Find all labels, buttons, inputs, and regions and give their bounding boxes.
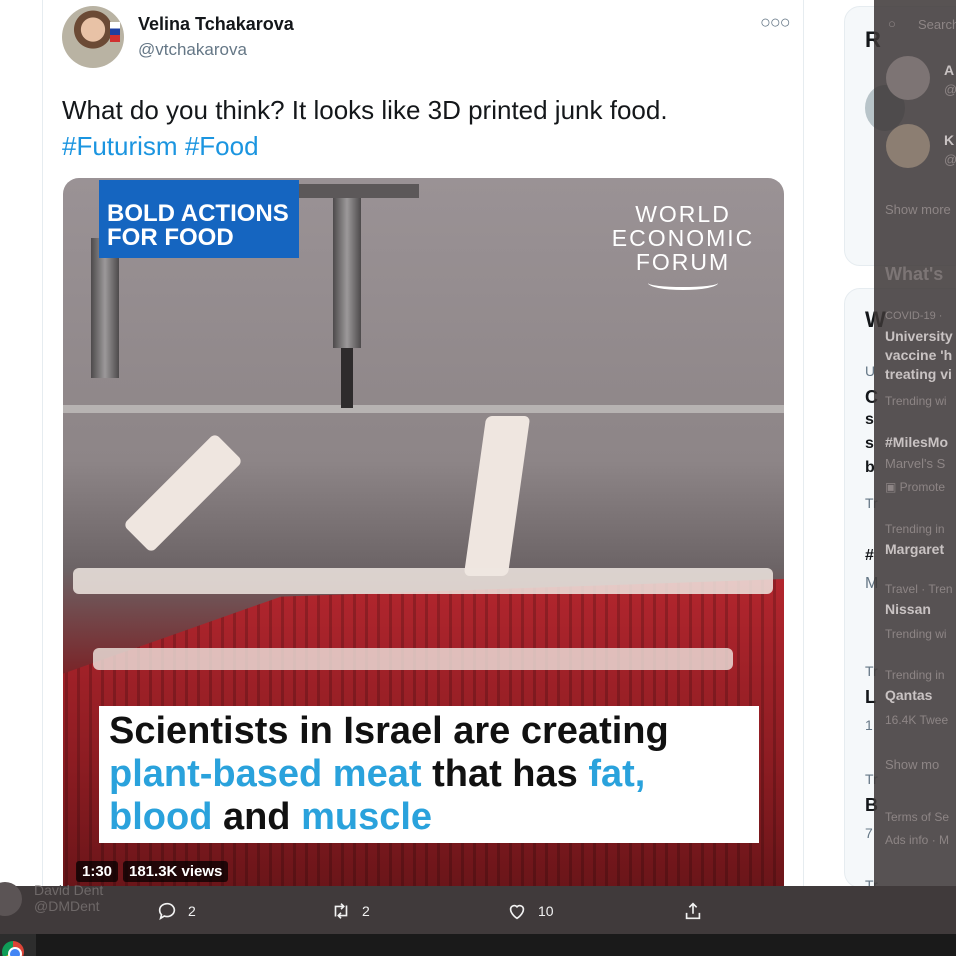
show-more-link[interactable]: Show more <box>885 202 951 217</box>
wef-logo: WORLD ECONOMIC FORUM <box>608 202 758 290</box>
chrome-icon[interactable] <box>2 941 24 956</box>
share-icon <box>685 902 701 920</box>
fat-stripe <box>122 432 244 554</box>
printer-nozzle-left <box>91 238 119 378</box>
follow-handle: @ <box>944 82 956 97</box>
flag-icon <box>110 22 120 42</box>
trend-meta: 1 <box>865 717 873 733</box>
trend-meta: COVID-19 · <box>885 310 943 322</box>
like-count: 10 <box>538 903 554 919</box>
logo-line: WORLD <box>635 201 731 227</box>
badge-line: FOR FOOD <box>107 224 234 251</box>
trend-title[interactable]: s <box>865 411 874 429</box>
retweet-icon <box>334 903 348 919</box>
trend-title[interactable]: # <box>865 547 874 565</box>
caption-blue-text: blood <box>109 796 213 838</box>
more-horizontal-icon[interactable]: ○○○ <box>760 12 791 33</box>
video-player[interactable]: BOLD ACTIONS FOR FOOD WORLD ECONOMIC FOR… <box>63 178 784 886</box>
retweet-button[interactable]: 2 <box>330 900 370 922</box>
video-caption: Scientists in Israel are creating plant-… <box>99 706 759 843</box>
trend-title[interactable]: University <box>885 328 953 344</box>
behind-handle: @DMDent <box>34 898 100 914</box>
reply-button[interactable]: 2 <box>156 900 196 922</box>
taskbar-app-slot[interactable] <box>0 934 36 956</box>
printer-gantry <box>293 184 419 198</box>
tweet-action-bar: David Dent @DMDent 2 2 10 <box>0 882 956 934</box>
printer-nozzle-tip <box>341 348 353 408</box>
caption-blue-text: fat, <box>588 753 646 795</box>
caption-blue-text: muscle <box>301 796 433 838</box>
trend-meta: Trending in <box>885 668 945 682</box>
logo-arc <box>648 276 718 290</box>
video-views: 181.3K views <box>123 861 229 882</box>
whats-happening-heading: What's <box>885 264 944 284</box>
caption-line: Scientists in Israel are creating <box>109 710 669 752</box>
trend-meta: Trending in <box>885 522 945 536</box>
follow-name[interactable]: A <box>944 62 954 78</box>
footer-link[interactable]: Terms of Se <box>885 810 949 824</box>
badge-line: BOLD ACTIONS <box>107 200 289 227</box>
promoted-icon: ▣ <box>885 480 900 494</box>
footer-link[interactable]: Ads info · M <box>885 833 949 847</box>
behind-name: David Dent <box>34 882 104 898</box>
behind-avatar <box>0 882 22 916</box>
promoted-text: Promote <box>899 480 946 494</box>
trend-meta: Marvel's S <box>885 456 946 471</box>
fat-stripe <box>463 416 531 576</box>
caption-text: and <box>212 796 302 838</box>
trend-meta: Travel · Tren <box>885 582 953 596</box>
heart-icon <box>509 904 525 920</box>
author-name[interactable]: Velina Tchakarova <box>138 14 294 35</box>
trend-meta: 7 <box>865 825 873 841</box>
logo-line: FORUM <box>635 249 731 275</box>
author-handle[interactable]: @vtchakarova <box>138 40 247 60</box>
tweet-text-line: What do you think? It looks like 3D prin… <box>62 95 668 125</box>
like-button[interactable]: 10 <box>506 900 554 922</box>
trend-title[interactable]: Nissan <box>885 601 931 617</box>
search-input[interactable]: Search <box>918 17 956 32</box>
twitter-window: Velina Tchakarova @vtchakarova ○○○ What … <box>0 0 956 956</box>
caption-text: that has <box>421 753 589 795</box>
reply-icon <box>158 902 176 921</box>
follow-avatar[interactable] <box>886 56 930 100</box>
printer-nozzle <box>333 198 361 348</box>
author-avatar[interactable] <box>62 6 124 68</box>
hashtag-futurism[interactable]: #Futurism <box>62 131 178 161</box>
share-button[interactable] <box>682 900 714 922</box>
follow-name[interactable]: K <box>944 132 954 148</box>
trend-meta: 16.4K Twee <box>885 713 949 727</box>
printer-rail <box>63 405 784 413</box>
retweet-count: 2 <box>362 903 370 919</box>
bold-actions-badge: BOLD ACTIONS FOR FOOD <box>99 180 299 258</box>
fat-layer <box>93 648 733 670</box>
hashtag-food[interactable]: #Food <box>185 131 259 161</box>
show-more-link[interactable]: Show mo <box>885 757 939 772</box>
promoted-label: ▣ Promote <box>885 480 945 494</box>
os-taskbar <box>0 934 956 956</box>
trend-title[interactable]: treating vi <box>885 366 952 382</box>
caption-blue-text: plant-based meat <box>109 753 422 795</box>
fat-layer <box>73 568 773 594</box>
follow-avatar[interactable] <box>886 124 930 168</box>
follow-handle: @ <box>944 152 956 167</box>
trend-meta: Trending wi <box>885 394 947 408</box>
search-icon: ○ <box>888 16 896 31</box>
trend-title[interactable]: vaccine 'h <box>885 347 952 363</box>
overlay-window: ○ Search A @ K @ Show more What's COVID-… <box>874 0 956 886</box>
reply-count: 2 <box>188 903 196 919</box>
trend-title[interactable]: s <box>865 435 874 453</box>
trend-title[interactable]: #MilesMo <box>885 434 948 450</box>
tweet-text: What do you think? It looks like 3D prin… <box>62 92 792 164</box>
trend-title[interactable]: Margaret <box>885 541 944 557</box>
trend-title[interactable]: Qantas <box>885 687 932 703</box>
trend-meta: Trending wi <box>885 627 947 641</box>
logo-line: ECONOMIC <box>611 225 755 251</box>
video-duration: 1:30 <box>76 861 119 882</box>
